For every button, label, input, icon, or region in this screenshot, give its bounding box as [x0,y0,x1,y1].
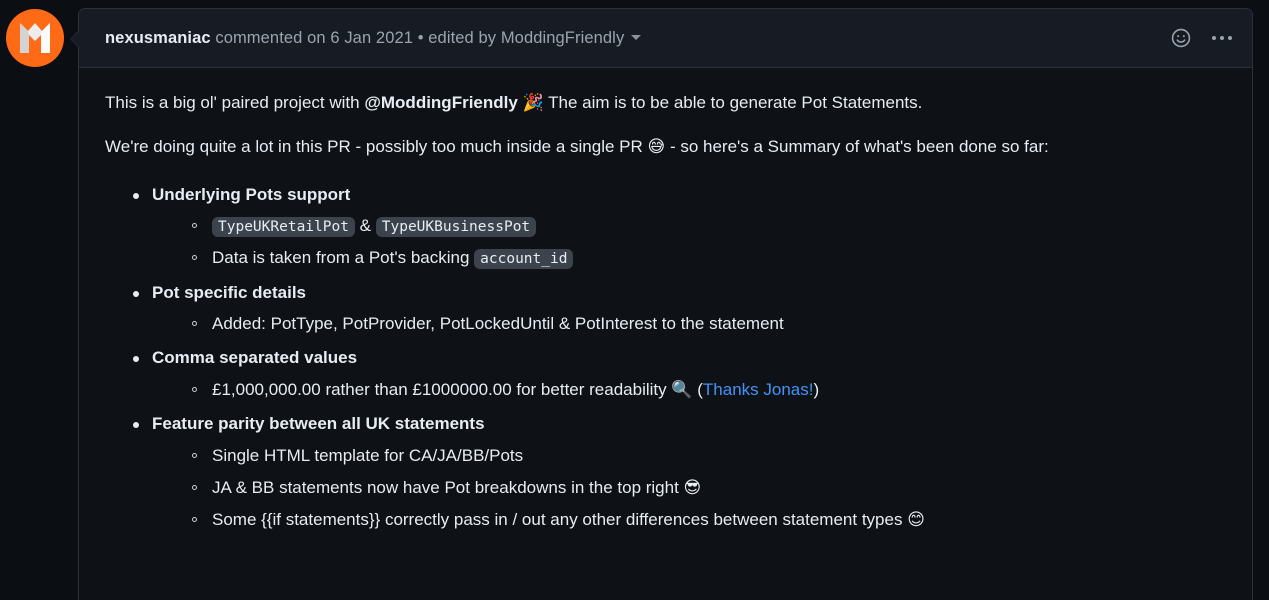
sweat-smile-emoji: 😅 [647,137,666,158]
paragraph1-before: This is a big ol' paired project with [105,93,365,112]
sub-list: Added: PotType, PotProvider, PotLockedUn… [152,308,1226,340]
sub-list-item-text: £1,000,000.00 rather than £1000000.00 fo… [212,379,672,399]
list-item: Comma separated values £1,000,000.00 rath… [130,342,1226,406]
list-item: Pot specific details Added: PotType, PotP… [130,277,1226,341]
sub-list-item: £1,000,000.00 rather than £1000000.00 fo… [190,374,1226,406]
monzo-logo-icon [20,23,50,53]
list-item-label: Feature parity between all UK statements [152,414,485,434]
sub-list-item: Added: PotType, PotProvider, PotLockedUn… [190,308,1226,340]
inline-emoji: 🔍 [671,379,693,400]
code-chip: TypeUKRetailPot [212,217,355,238]
paragraph-summary: We're doing quite a lot in this PR - pos… [105,134,1226,160]
mention-moddingfriendly[interactable]: @ModdingFriendly [364,93,518,112]
list-item-label: Comma separated values [152,348,358,368]
summary-list: Underlying Pots support TypeUKRetailPot &… [105,179,1226,537]
sub-list: TypeUKRetailPot & TypeUKBusinessPot Data … [152,210,1226,275]
kebab-menu-icon[interactable] [1210,25,1234,51]
party-popper-emoji: 🎉 [522,93,544,113]
avatar[interactable] [6,9,64,67]
comment-byline: nexusmaniac commented on 6 Jan 2021 • ed… [105,28,642,48]
sub-list-item-text: Data is taken from a Pot's backing [212,248,475,268]
list-item-label: Underlying Pots support [152,184,351,204]
sub-list-item-text: ( [692,379,703,399]
sub-list-item: JA & BB statements now have Pot breakdow… [190,472,1226,504]
paragraph2-before: We're doing quite a lot in this PR - pos… [105,137,648,157]
list-item: Underlying Pots support TypeUKRetailPot &… [130,179,1226,275]
list-item-label: Pot specific details [152,282,306,302]
comment-bubble-arrow [71,30,80,48]
inline-emoji: 😊 [907,510,925,531]
list-item: Feature parity between all UK statements… [130,408,1226,536]
sub-list-item-text: ) [813,379,820,399]
sub-list-item: TypeUKRetailPot & TypeUKBusinessPot [190,210,1226,242]
comment-author[interactable]: nexusmaniac [105,29,211,47]
sub-list: Single HTML template for CA/JA/BB/Pots JA… [152,440,1226,537]
sub-list-item-text: Single HTML template for CA/JA/BB/Pots [212,445,524,465]
comment-page: nexusmaniac commented on 6 Jan 2021 • ed… [0,0,1269,600]
sub-list-item-text: Added: PotType, PotProvider, PotLockedUn… [212,314,784,334]
sub-list-item-text: JA & BB statements now have Pot breakdow… [212,477,684,497]
comment-meta: commented on 6 Jan 2021 • edited by Modd… [210,28,625,47]
comment-header: nexusmaniac commented on 6 Jan 2021 • ed… [79,9,1252,68]
paragraph-intro: This is a big ol' paired project with @M… [105,90,1226,116]
paragraph1-after: The aim is to be able to generate Pot St… [543,93,923,112]
sub-list-item-text: Some {{if statements}} correctly pass in… [212,510,908,530]
sub-list-item: Single HTML template for CA/JA/BB/Pots [190,440,1226,472]
smiley-face-icon[interactable] [1168,25,1194,51]
inline-link[interactable]: Thanks Jonas! [703,380,814,399]
sub-list-item: Some {{if statements}} correctly pass in… [190,504,1226,536]
comment-body: This is a big ol' paired project with @M… [79,68,1252,537]
code-chip: account_id [474,249,574,270]
inline-emoji: 😎 [683,477,702,498]
paragraph2-after: - so here's a Summary of what's been don… [665,137,1049,157]
comment-header-actions [1168,25,1234,51]
code-chip: TypeUKBusinessPot [375,217,537,238]
sub-list-item: Data is taken from a Pot's backing accou… [190,242,1226,274]
comment-card: nexusmaniac commented on 6 Jan 2021 • ed… [78,8,1253,600]
sub-list: £1,000,000.00 rather than £1000000.00 fo… [152,374,1226,406]
sub-list-item-text: & [354,216,376,236]
chevron-down-icon[interactable] [631,34,642,40]
